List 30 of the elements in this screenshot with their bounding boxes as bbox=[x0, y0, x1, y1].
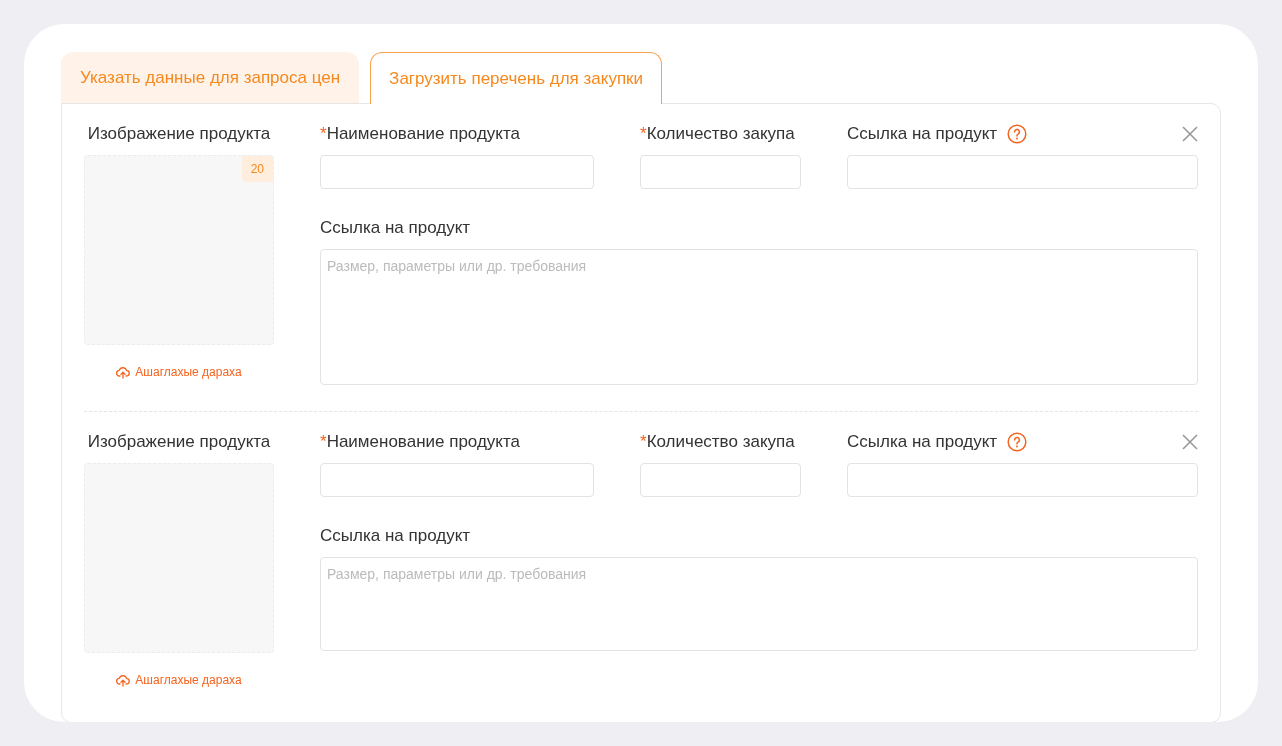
field-label: Ссылка на продукт bbox=[320, 217, 472, 239]
upload-link[interactable]: Ашаглахые дараха bbox=[116, 673, 242, 687]
field-label: Ссылка на продукт bbox=[320, 525, 472, 547]
textarea-field[interactable]: Размер, параметры или др. требования bbox=[320, 249, 1198, 385]
tab[interactable]: Загрузить перечень для закупки bbox=[370, 52, 663, 104]
input-field[interactable] bbox=[640, 155, 801, 189]
cloud-upload-icon bbox=[116, 673, 131, 687]
field-label: *Наименование продукта bbox=[320, 123, 521, 145]
field-label: Изображение продукта bbox=[87, 431, 271, 453]
field-label: Изображение продукта bbox=[87, 123, 271, 145]
image-upload-area[interactable]: 20 bbox=[84, 155, 274, 345]
input-field[interactable] bbox=[320, 463, 594, 497]
field-label: *Количество закупа bbox=[640, 123, 795, 145]
tab[interactable]: Указать данные для запроса цен bbox=[61, 52, 360, 103]
help-icon[interactable] bbox=[1007, 432, 1028, 452]
field-label: Ссылка на продукт bbox=[847, 431, 998, 453]
close-icon[interactable] bbox=[1182, 126, 1198, 142]
count-badge: 20 bbox=[241, 156, 273, 182]
cloud-upload-icon bbox=[116, 365, 131, 379]
help-icon[interactable] bbox=[1007, 124, 1028, 144]
input-field[interactable] bbox=[847, 155, 1198, 189]
close-icon[interactable] bbox=[1182, 434, 1198, 450]
upload-link[interactable]: Ашаглахые дараха bbox=[116, 365, 242, 379]
field-label: Ссылка на продукт bbox=[847, 123, 998, 145]
textarea-field[interactable]: Размер, параметры или др. требования bbox=[320, 557, 1198, 651]
field-label: *Количество закупа bbox=[640, 431, 795, 453]
input-field[interactable] bbox=[320, 155, 594, 189]
input-field[interactable] bbox=[640, 463, 801, 497]
field-label: *Наименование продукта bbox=[320, 431, 521, 453]
input-field[interactable] bbox=[847, 463, 1198, 497]
